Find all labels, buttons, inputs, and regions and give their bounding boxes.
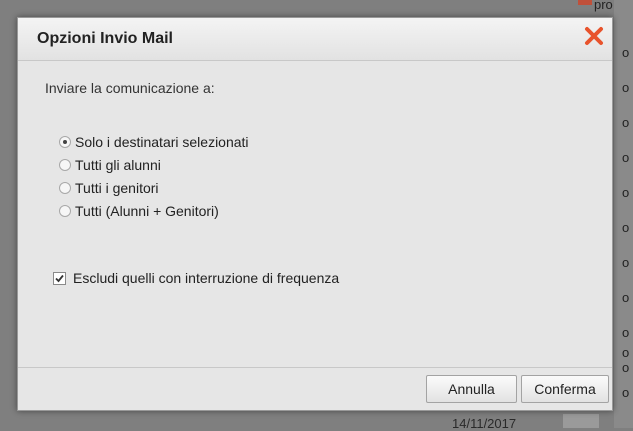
radio-button[interactable]	[59, 135, 71, 148]
background-text: o	[622, 115, 630, 130]
mail-options-dialog: Opzioni Invio Mail Inviare la comunicazi…	[17, 17, 613, 411]
background-date: 14/11/2017	[452, 416, 517, 431]
radio-label: Solo i destinatari selezionati	[75, 133, 249, 150]
radio-option-all-parents[interactable]: Tutti i genitori	[59, 176, 249, 199]
radio-label: Tutti (Alunni + Genitori)	[75, 202, 219, 219]
background-text: o	[622, 80, 630, 95]
checkmark-icon	[55, 274, 64, 282]
background-text: o	[622, 220, 630, 235]
background-bar	[563, 414, 599, 428]
exclude-checkbox[interactable]	[53, 271, 66, 285]
dialog-title-bar: Opzioni Invio Mail	[18, 18, 612, 61]
background-text: o	[622, 385, 630, 400]
background-text: o	[622, 325, 630, 340]
confirm-button[interactable]: Conferma	[521, 375, 609, 403]
exclude-interrupted-option[interactable]: Escludi quelli con interruzione di frequ…	[53, 270, 339, 286]
radio-option-all-students[interactable]: Tutti gli alunni	[59, 153, 249, 176]
background-text: pro	[594, 0, 613, 12]
background-text: o	[622, 185, 630, 200]
close-icon	[585, 27, 603, 45]
recipient-prompt: Inviare la comunicazione a:	[45, 80, 215, 96]
dialog-title: Opzioni Invio Mail	[37, 30, 173, 47]
recipient-options: Solo i destinatari selezionati Tutti gli…	[59, 130, 249, 222]
radio-label: Tutti gli alunni	[75, 156, 161, 173]
dialog-footer: Annulla Conferma	[18, 367, 612, 410]
background-accent-mark	[578, 0, 592, 5]
exclude-label: Escludi quelli con interruzione di frequ…	[73, 270, 340, 286]
close-button[interactable]	[582, 24, 606, 48]
cancel-button[interactable]: Annulla	[426, 375, 517, 403]
radio-button[interactable]	[59, 181, 71, 194]
radio-label: Tutti i genitori	[75, 179, 159, 196]
background-text: o	[622, 290, 630, 305]
background-text: o	[622, 255, 630, 270]
background-text: o	[622, 345, 630, 360]
background-text: o	[622, 150, 630, 165]
background-text: o	[622, 45, 630, 60]
radio-option-selected-recipients[interactable]: Solo i destinatari selezionati	[59, 130, 249, 153]
radio-button[interactable]	[59, 158, 71, 171]
background-text: o	[622, 360, 630, 375]
radio-button[interactable]	[59, 204, 71, 217]
radio-option-all[interactable]: Tutti (Alunni + Genitori)	[59, 199, 249, 222]
